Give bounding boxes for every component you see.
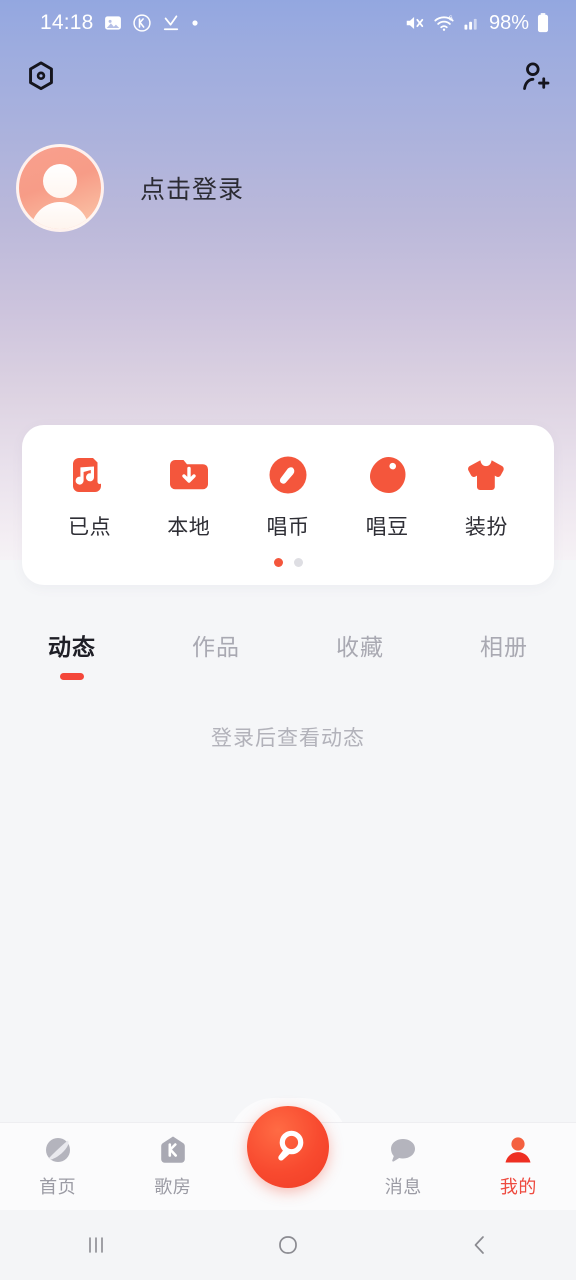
battery-icon	[536, 12, 550, 34]
download-complete-icon	[161, 13, 181, 33]
tshirt-icon	[463, 452, 509, 498]
quick-action-yidian[interactable]: 已点	[46, 452, 134, 541]
tab-label: 作品	[192, 634, 240, 660]
back-icon	[467, 1232, 493, 1258]
mute-icon	[404, 12, 426, 34]
android-system-nav	[0, 1210, 576, 1280]
quick-action-label: 已点	[68, 516, 112, 539]
nav-label: 我的	[499, 1177, 537, 1197]
quick-actions-row: 已点 本地 唱币 唱豆 装扮	[22, 425, 554, 541]
nav-item-gefang[interactable]: 歌房	[115, 1133, 230, 1199]
nav-item-wode[interactable]: 我的	[461, 1133, 576, 1199]
tab-active-underline	[60, 673, 84, 680]
tab-underline	[348, 673, 372, 680]
quick-action-label: 本地	[167, 516, 211, 539]
quick-action-changdou[interactable]: 唱豆	[343, 452, 431, 541]
nav-label: 首页	[39, 1177, 77, 1197]
nav-item-xiaoxi[interactable]: 消息	[346, 1133, 461, 1199]
nav-label: 消息	[384, 1177, 422, 1197]
quick-action-label: 装扮	[464, 516, 508, 539]
recents-button[interactable]	[0, 1232, 192, 1258]
home-button[interactable]	[192, 1231, 384, 1259]
card-page-dots	[22, 558, 554, 567]
cellular-signal-icon	[462, 13, 482, 33]
page-dot-active[interactable]	[273, 558, 283, 567]
status-bar-clock: 14:18	[40, 11, 94, 34]
recents-icon	[83, 1232, 109, 1258]
sing-fab-button[interactable]	[247, 1106, 329, 1188]
quick-action-bendi[interactable]: 本地	[145, 452, 233, 541]
back-button[interactable]	[384, 1232, 576, 1258]
bean-icon	[364, 452, 410, 498]
tab-label: 动态	[48, 634, 96, 660]
battery-percent-label: 98%	[488, 11, 529, 34]
tab-label: 相册	[480, 634, 528, 660]
add-person-icon[interactable]	[518, 60, 552, 94]
tab-shoucang[interactable]: 收藏	[288, 620, 432, 682]
quick-action-label: 唱豆	[365, 516, 409, 539]
quick-action-changbi[interactable]: 唱币	[244, 452, 332, 541]
karaoke-room-k-icon	[156, 1133, 190, 1167]
tab-label: 收藏	[336, 634, 384, 660]
microphone-sing-icon	[265, 1124, 311, 1170]
tab-dongtai[interactable]: 动态	[0, 620, 144, 682]
hexagon-settings-icon[interactable]	[24, 60, 58, 94]
music-note-list-icon	[67, 452, 113, 498]
avatar-body	[31, 202, 89, 229]
empty-state-message: 登录后查看动态	[211, 727, 365, 750]
tab-underline	[492, 673, 516, 680]
avatar[interactable]	[16, 144, 104, 232]
app-screen: 14:18 6 98% 点击登录 已点 本地 唱币 唱豆 装扮 动态 作品 收藏…	[0, 0, 576, 1280]
coin-icon	[265, 452, 311, 498]
dot-indicator-icon	[190, 18, 200, 28]
person-icon	[501, 1133, 535, 1167]
nav-item-shouye[interactable]: 首页	[0, 1133, 115, 1199]
status-bar-right: 6 98%	[404, 12, 550, 35]
chat-bubble-icon	[386, 1133, 420, 1167]
profile-tabs: 动态 作品 收藏 相册	[0, 620, 576, 682]
quick-action-label: 唱币	[266, 516, 310, 539]
tab-xiangce[interactable]: 相册	[432, 620, 576, 682]
app-header	[0, 48, 576, 106]
svg-text:6: 6	[449, 13, 453, 22]
kugou-k-icon	[132, 13, 152, 33]
image-icon	[103, 13, 123, 33]
nav-label: 歌房	[154, 1177, 192, 1197]
tab-underline	[204, 673, 228, 680]
status-bar-left: 14:18	[40, 11, 200, 35]
folder-download-icon	[166, 452, 212, 498]
quick-action-zhuangban[interactable]: 装扮	[442, 452, 530, 541]
quick-actions-card: 已点 本地 唱币 唱豆 装扮	[22, 425, 554, 585]
login-label[interactable]: 点击登录	[140, 170, 244, 206]
wifi-6-icon: 6	[433, 12, 455, 34]
profile-row[interactable]: 点击登录	[16, 144, 244, 232]
planet-icon	[41, 1133, 75, 1167]
tab-zuopin[interactable]: 作品	[144, 620, 288, 682]
page-dot[interactable]	[293, 558, 303, 567]
default-avatar-icon	[43, 164, 77, 198]
home-icon	[274, 1231, 302, 1259]
status-bar: 14:18 6 98%	[0, 0, 576, 46]
